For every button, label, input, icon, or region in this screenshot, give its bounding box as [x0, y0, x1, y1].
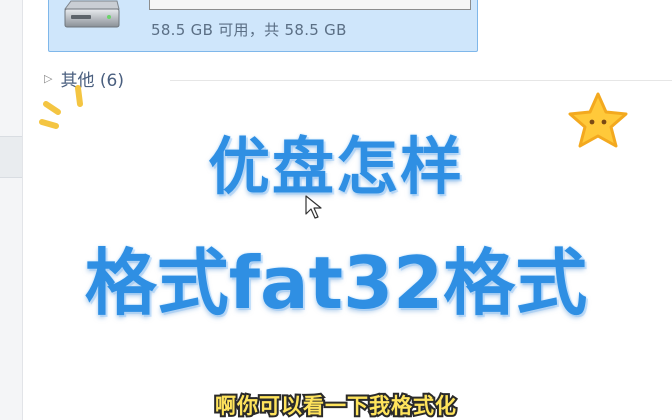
navigation-pane [0, 0, 23, 420]
capacity-bar [149, 0, 471, 10]
group-divider [170, 80, 672, 81]
usb-drive-tile[interactable]: 58.5 GB 可用，共 58.5 GB [48, 0, 478, 52]
mouse-cursor-icon [305, 195, 322, 219]
usb-drive-icon [64, 0, 120, 28]
headline-line-1: 优盘怎样 [206, 129, 464, 205]
video-subtitle: 啊你可以看一下我格式化 [213, 392, 458, 420]
capacity-text: 58.5 GB 可用，共 58.5 GB [151, 21, 347, 39]
headline-line-2: 格式fat32格式 [83, 240, 589, 327]
